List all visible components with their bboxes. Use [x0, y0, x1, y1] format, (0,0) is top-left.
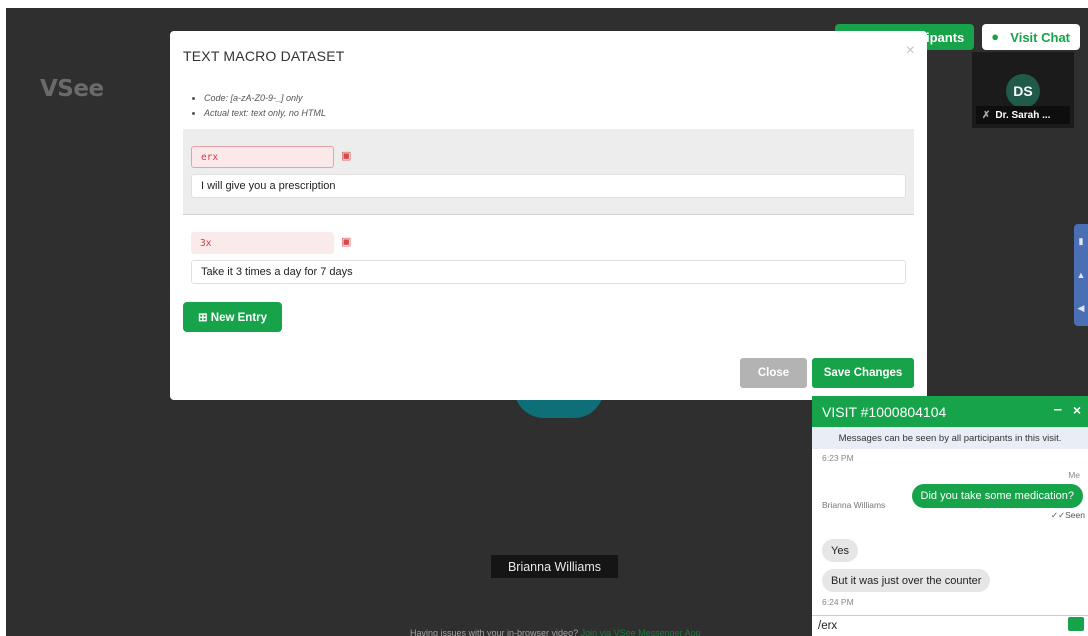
macro-text-input[interactable]: I will give you a prescription [191, 174, 906, 198]
chat-notice: Messages can be seen by all participants… [812, 427, 1088, 449]
vsee-logo: VSee [40, 76, 104, 102]
rule-item: Actual text: text only, no HTML [204, 106, 326, 121]
chat-message-input[interactable]: /erx [812, 615, 1088, 636]
chat-icon: ● [991, 29, 1000, 44]
mic-muted-icon: ✗ [982, 109, 991, 121]
participant-tile-name: ✗ Dr. Sarah ... [976, 106, 1070, 124]
modal-title: TEXT MACRO DATASET [183, 48, 345, 64]
message-timestamp: 6:24 PM [822, 597, 854, 607]
thumbs-up-icon[interactable]: ▲ [1077, 270, 1086, 280]
trash-icon[interactable]: ▣ [341, 235, 351, 248]
reply-icon[interactable]: ◀ [1078, 303, 1085, 314]
their-message-bubble: But it was just over the counter [822, 569, 991, 592]
avatar: DS [1006, 74, 1040, 108]
visit-chat-button[interactable]: ● Visit Chat [982, 24, 1080, 50]
text-macro-modal: TEXT MACRO DATASET × Code: [a-zA-Z0-9-_]… [170, 31, 927, 400]
close-icon[interactable]: × [1073, 402, 1081, 418]
visit-chat-label: Visit Chat [1010, 29, 1070, 45]
rule-item: Code: [a-zA-Z0-9-_] only [204, 91, 326, 106]
save-changes-button[interactable]: Save Changes [812, 358, 914, 388]
macro-code-input[interactable]: 3x [191, 232, 334, 254]
join-messenger-link[interactable]: Join via VSee Messenger App [581, 628, 701, 636]
rules-list: Code: [a-zA-Z0-9-_] only Actual text: te… [192, 91, 326, 121]
participant-name-label: Brianna Williams [491, 555, 618, 578]
chat-title: VISIT #1000804104 [822, 403, 947, 420]
macro-entry: erx ▣ I will give you a prescription [183, 129, 914, 215]
book-icon[interactable]: ▮ [1079, 236, 1084, 247]
macro-text-input[interactable]: Take it 3 times a day for 7 days [191, 260, 906, 284]
message-timestamp: 6:23 PM [822, 453, 854, 463]
sender-label-me: Me [1068, 470, 1080, 480]
my-message-bubble: Did you take some medication? [911, 484, 1083, 508]
their-message-bubble: Yes [822, 539, 858, 562]
minimize-icon[interactable]: – [1054, 401, 1062, 418]
macro-code-input[interactable]: erx [191, 146, 334, 168]
seen-indicator: ✓✓Seen [1050, 510, 1085, 520]
macro-entry: 3x ▣ Take it 3 times a day for 7 days [183, 221, 914, 291]
tile-name-text: Dr. Sarah ... [995, 109, 1051, 121]
chat-header: VISIT #1000804104 – × [812, 396, 1088, 427]
issue-text: Having issues with your in-browser video… [410, 628, 579, 636]
issue-notice: Having issues with your in-browser video… [410, 628, 701, 636]
close-icon[interactable]: × [906, 43, 915, 59]
side-toolbar[interactable]: ▮ ▲ ◀ [1074, 224, 1088, 326]
trash-icon[interactable]: ▣ [341, 149, 351, 162]
image-upload-icon[interactable] [1068, 617, 1084, 631]
new-entry-button[interactable]: ⊞ New Entry [183, 302, 282, 332]
close-button[interactable]: Close [740, 358, 807, 388]
sender-label: Brianna Williams [822, 500, 886, 510]
chat-panel: VISIT #1000804104 – × Messages can be se… [812, 396, 1088, 636]
participant-tile[interactable]: DS ✗ Dr. Sarah ... [972, 52, 1074, 128]
